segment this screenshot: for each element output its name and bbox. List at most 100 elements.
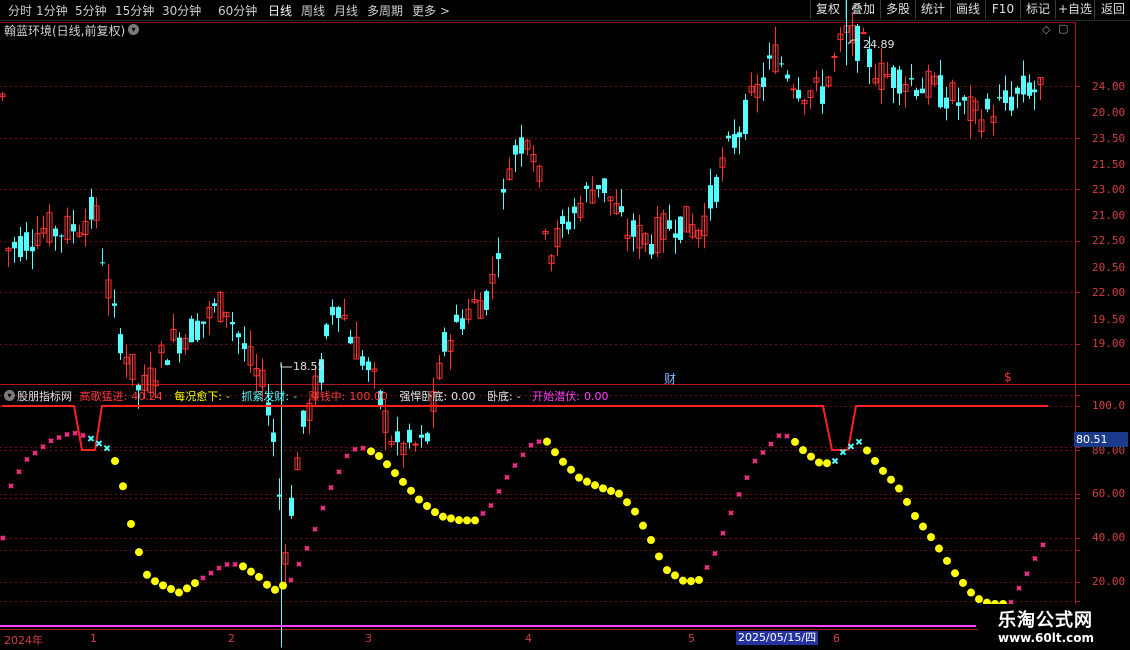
candle-body-up bbox=[754, 83, 761, 98]
f10-button[interactable]: F10 bbox=[985, 0, 1020, 19]
candle-body-up bbox=[489, 273, 496, 284]
period-more[interactable]: 更多 > bbox=[412, 2, 450, 19]
candle-body-down bbox=[714, 176, 719, 202]
candle-body-up bbox=[589, 189, 596, 204]
add-watchlist-button[interactable]: +自选 bbox=[1055, 0, 1094, 19]
yellow-dot bbox=[175, 588, 183, 597]
yellow-dot bbox=[695, 575, 703, 584]
candle-body-up bbox=[282, 552, 289, 565]
period-5min[interactable]: 5分钟 bbox=[75, 2, 107, 19]
pink-cross bbox=[776, 432, 782, 439]
yellow-dot bbox=[959, 578, 967, 587]
candle-body-down bbox=[366, 361, 371, 371]
overlay-button[interactable]: 叠加 bbox=[845, 0, 880, 19]
indicator-menu-icon[interactable]: ▾ bbox=[4, 390, 15, 401]
pink-cross bbox=[80, 432, 86, 439]
indicator-axis-label: 20.00 bbox=[1092, 575, 1126, 588]
price-axis-label: 19.00 bbox=[1092, 337, 1126, 350]
candle-body-down bbox=[708, 185, 713, 209]
candle-body-up bbox=[902, 83, 909, 92]
period-toolbar: 分时 1分钟 5分钟 15分钟 30分钟 60分钟 日线 周线 月线 多周期 更… bbox=[0, 0, 1130, 21]
pink-cross bbox=[704, 564, 710, 571]
crosshair-date: 2025/05/15/四 bbox=[736, 631, 819, 645]
candle-body-down bbox=[454, 314, 459, 322]
period-30min[interactable]: 30分钟 bbox=[162, 2, 201, 19]
price-axis-label: 21.50 bbox=[1092, 158, 1126, 171]
candle-body-up bbox=[465, 308, 472, 320]
pink-cross bbox=[496, 488, 502, 495]
candle-body-up bbox=[382, 410, 389, 433]
cyan-cross bbox=[87, 435, 95, 442]
price-axis-label: 21.00 bbox=[1092, 209, 1126, 222]
yellow-dot bbox=[639, 521, 647, 530]
candle-body-down bbox=[1009, 96, 1014, 111]
price-axis-label: 22.50 bbox=[1092, 234, 1126, 247]
dollar-mark[interactable]: $ bbox=[1004, 370, 1012, 384]
pink-cross bbox=[312, 526, 318, 532]
pink-cross bbox=[72, 430, 78, 436]
date-label: 2 bbox=[228, 632, 235, 645]
fuquan-button[interactable]: 复权 bbox=[810, 0, 845, 19]
indicator-name[interactable]: 股朋指标网 bbox=[17, 390, 72, 403]
back-button[interactable]: 返回 bbox=[1094, 0, 1130, 19]
candle-body-down bbox=[726, 135, 731, 139]
pink-cross bbox=[1024, 571, 1030, 577]
candle-body-down bbox=[649, 243, 654, 255]
period-multi[interactable]: 多周期 bbox=[367, 2, 403, 19]
yellow-dot bbox=[439, 512, 447, 521]
window-icon[interactable]: ▢ bbox=[1058, 22, 1068, 35]
period-daily[interactable]: 日线 bbox=[268, 2, 292, 19]
yellow-dot bbox=[263, 580, 271, 589]
candle-body-up bbox=[306, 402, 313, 421]
date-label: 6 bbox=[833, 632, 840, 645]
period-1min[interactable]: 1分钟 bbox=[36, 2, 68, 19]
period-60min[interactable]: 60分钟 bbox=[218, 2, 257, 19]
candle-body-up bbox=[878, 62, 885, 90]
yellow-dot bbox=[967, 588, 975, 597]
indicator-axis-label: 40.00 bbox=[1092, 531, 1126, 544]
mark-button[interactable]: 标记 bbox=[1020, 0, 1055, 19]
pink-cross bbox=[712, 550, 718, 557]
candle-body-down bbox=[1003, 90, 1008, 103]
multi-stock-button[interactable]: 多股 bbox=[880, 0, 915, 19]
candle-body-down bbox=[572, 206, 577, 214]
diamond-icon[interactable]: ◇ bbox=[1042, 23, 1050, 36]
pink-cross bbox=[1032, 555, 1038, 562]
pink-cross bbox=[760, 449, 766, 456]
pink-cross bbox=[1040, 542, 1046, 548]
candle-body-up bbox=[884, 73, 891, 78]
candle-body-up bbox=[158, 344, 165, 354]
yellow-dot bbox=[463, 516, 471, 525]
pink-cross bbox=[1016, 585, 1022, 591]
low-price-label: 18.55 bbox=[293, 360, 325, 373]
period-weekly[interactable]: 周线 bbox=[301, 2, 325, 19]
candle-body-up bbox=[790, 88, 797, 91]
candle-body-down bbox=[89, 196, 94, 220]
candle-body-down bbox=[177, 337, 182, 354]
period-fenshi[interactable]: 分时 bbox=[8, 2, 32, 19]
finance-mark[interactable]: 财 bbox=[664, 370, 676, 387]
period-15min[interactable]: 15分钟 bbox=[115, 2, 154, 19]
candle-body-down bbox=[501, 189, 506, 193]
candle-body-up bbox=[695, 229, 702, 239]
pink-cross bbox=[56, 434, 62, 441]
pink-cross bbox=[208, 570, 214, 576]
stats-button[interactable]: 统计 bbox=[915, 0, 950, 19]
chevron-down-icon[interactable]: ▾ bbox=[128, 24, 139, 35]
candle-body-up bbox=[577, 202, 584, 218]
candle-body-up bbox=[536, 165, 543, 182]
period-monthly[interactable]: 月线 bbox=[334, 2, 358, 19]
candlesticks bbox=[0, 0, 1044, 648]
yellow-dot bbox=[151, 577, 159, 586]
candle-body-down bbox=[59, 235, 64, 237]
pink-cross bbox=[360, 445, 366, 451]
candle-body-down bbox=[732, 134, 737, 148]
candle-body-up bbox=[46, 212, 53, 243]
pink-cross bbox=[480, 510, 486, 517]
candle-body-down bbox=[189, 318, 194, 343]
pink-cross bbox=[784, 433, 790, 439]
candle-body-up bbox=[642, 233, 649, 245]
draw-line-button[interactable]: 画线 bbox=[950, 0, 985, 19]
yellow-dot bbox=[951, 569, 959, 578]
candle-body-down bbox=[271, 432, 276, 442]
